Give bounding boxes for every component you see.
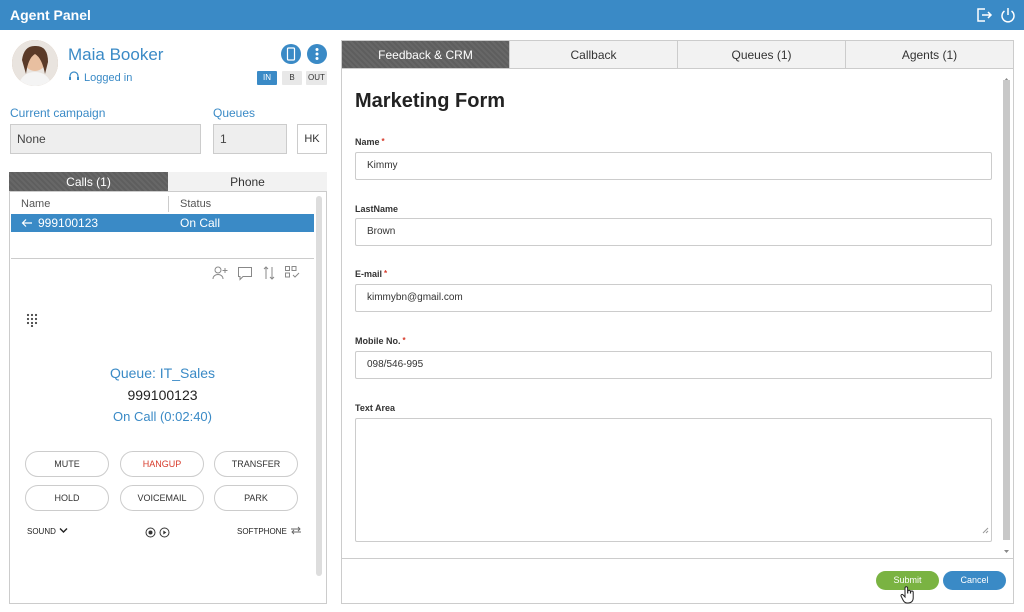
state-in-button[interactable]: IN [257, 71, 277, 85]
name-field[interactable]: Kimmy [355, 152, 992, 180]
campaign-label: Current campaign [10, 106, 106, 120]
hand-cursor-icon [900, 585, 916, 610]
app-title: Agent Panel [10, 7, 91, 23]
agent-status-text: Logged in [84, 71, 133, 84]
required-marker: * [384, 269, 388, 278]
form-scrollbar[interactable] [1002, 70, 1011, 553]
title-bar: Agent Panel [0, 0, 1024, 30]
record-icon[interactable] [145, 525, 156, 543]
required-marker: * [381, 137, 385, 146]
state-out-button[interactable]: OUT [306, 71, 327, 85]
table-row[interactable]: 999100123 On Call [11, 214, 314, 232]
campaign-field[interactable]: None [10, 124, 201, 154]
lastname-field[interactable]: Brown [355, 218, 992, 246]
sort-icon[interactable] [261, 265, 277, 281]
hold-button[interactable]: HOLD [25, 485, 109, 511]
email-label: E-mail * [355, 269, 388, 279]
call-queue: Queue: IT_Sales [109, 365, 216, 381]
tab-phone[interactable]: Phone [168, 172, 327, 192]
tab-callback[interactable]: Callback [509, 41, 677, 69]
cancel-button[interactable]: Cancel [943, 571, 1006, 590]
text-area[interactable] [355, 418, 992, 542]
softphone-toggle[interactable]: SOFTPHONE [237, 526, 302, 537]
tab-agents[interactable]: Agents (1) [845, 41, 1013, 69]
column-header-status[interactable]: Status [180, 198, 211, 210]
chevron-down-icon [59, 526, 68, 537]
hk-button[interactable]: HK [297, 124, 327, 154]
arrow-left-icon [21, 214, 33, 237]
call-number: 999100123 [38, 216, 99, 230]
headset-icon [68, 70, 80, 85]
agent-name: Maia Booker [68, 45, 164, 64]
textarea-label: Text Area [355, 403, 396, 413]
dialpad-icon[interactable] [26, 313, 38, 332]
call-duration: On Call (0:02:40) [113, 409, 212, 424]
mobile-label: Mobile No. * [355, 336, 406, 346]
queues-label: Queues [213, 106, 256, 120]
softphone-label: SOFTPHONE [237, 527, 287, 536]
divider [11, 258, 314, 259]
tab-feedback-crm[interactable]: Feedback & CRM [342, 41, 509, 69]
sound-dropdown[interactable]: SOUND [27, 526, 68, 537]
scrollbar-thumb[interactable] [1003, 80, 1010, 540]
email-field[interactable]: kimmybn@gmail.com [355, 284, 992, 312]
mobile-field[interactable]: 098/546-995 [355, 351, 992, 379]
left-tabs: Calls (1) Phone [9, 172, 327, 192]
tab-queues[interactable]: Queues (1) [677, 41, 845, 69]
avatar [12, 40, 58, 86]
footer-divider [342, 558, 1013, 559]
name-label: Name * [355, 137, 385, 147]
queues-field[interactable]: 1 [213, 124, 287, 154]
sound-label: SOUND [27, 527, 56, 536]
add-user-icon[interactable] [212, 265, 228, 281]
agent-status: Logged in [68, 70, 132, 85]
required-marker: * [402, 336, 406, 345]
queue-grid-icon[interactable] [284, 265, 300, 281]
lastname-label: LastName [355, 204, 399, 214]
play-icon[interactable] [159, 525, 170, 543]
voicemail-button[interactable]: VOICEMAIL [120, 485, 204, 511]
calls-scrollbar[interactable] [316, 196, 322, 576]
tab-calls[interactable]: Calls (1) [9, 172, 168, 192]
more-options-button[interactable] [307, 44, 327, 64]
mobile-button[interactable] [281, 44, 301, 64]
column-header-name[interactable]: Name [21, 198, 50, 210]
hangup-button[interactable]: HANGUP [120, 451, 204, 477]
transfer-button[interactable]: TRANSFER [214, 451, 298, 477]
column-separator [168, 196, 169, 212]
right-tabs: Feedback & CRM Callback Queues (1) Agent… [342, 41, 1013, 69]
park-button[interactable]: PARK [214, 485, 298, 511]
swap-arrows-icon [290, 526, 302, 537]
mute-button[interactable]: MUTE [25, 451, 109, 477]
state-break-button[interactable]: B [282, 71, 302, 85]
call-status: On Call [180, 216, 221, 230]
logout-icon[interactable] [975, 6, 993, 24]
form-title: Marketing Form [355, 90, 506, 112]
chat-icon[interactable] [237, 265, 253, 281]
call-number-large: 999100123 [127, 387, 198, 403]
resize-handle-icon[interactable] [982, 521, 989, 539]
power-icon[interactable] [999, 6, 1017, 24]
